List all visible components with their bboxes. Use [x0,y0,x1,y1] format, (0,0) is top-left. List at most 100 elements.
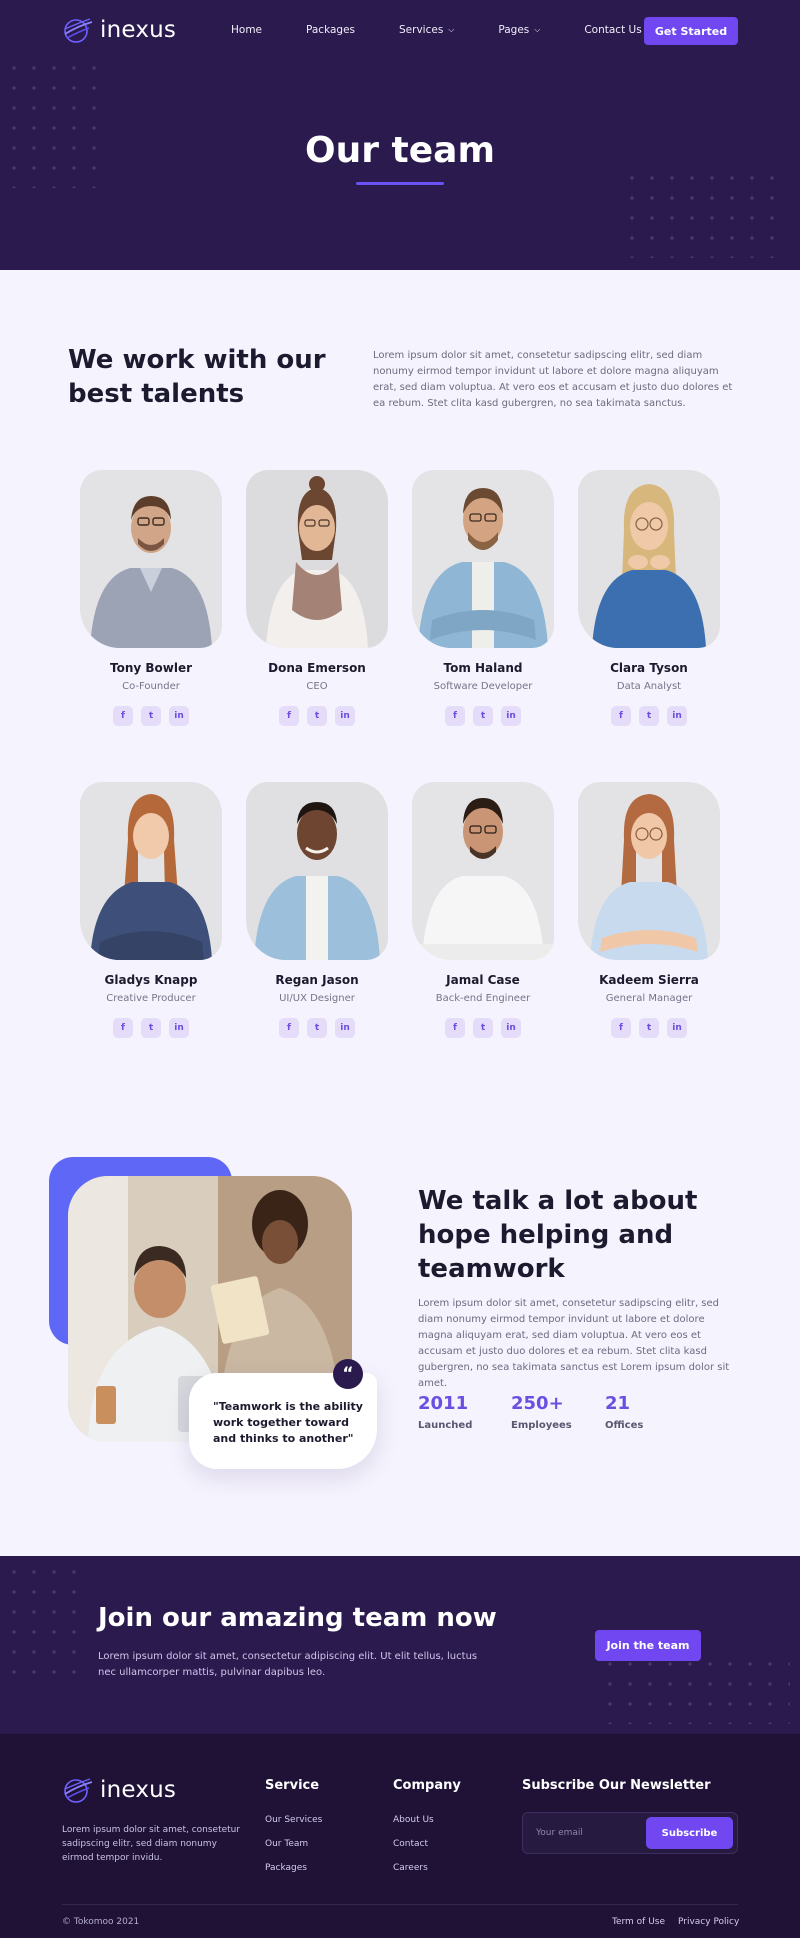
teamwork-text: Lorem ipsum dolor sit amet, consetetur s… [418,1298,730,1389]
member-name: Tony Bowler [109,661,193,675]
footer: inexus Lorem ipsum dolor sit amet, conse… [0,1734,800,1938]
globe-logo-icon [64,18,93,43]
dot-pattern [622,168,782,258]
member-role: Co-Founder [122,681,180,692]
email-input[interactable] [536,1825,636,1841]
facebook-icon[interactable]: f [611,706,631,726]
linkedin-icon[interactable]: in [501,1018,521,1038]
stat-launched: 2011 Launched [418,1393,472,1431]
nav-pages[interactable]: Pages ⌵ [498,24,540,36]
intro-text: Lorem ipsum dolor sit amet, consetetur s… [373,350,733,409]
dot-pattern [4,1562,84,1682]
chevron-down-icon: ⌵ [534,25,541,34]
twitter-icon[interactable]: t [307,1018,327,1038]
footer-link[interactable]: Careers [393,1863,461,1873]
stat-label: Employees [511,1420,572,1431]
stat-value: 2011 [418,1393,469,1414]
chevron-down-icon: ⌵ [448,25,455,34]
member-name: Clara Tyson [610,661,688,675]
member-photo [412,782,554,960]
team-card: Tony Bowler Co-Founder f t in [80,470,222,726]
footer-link[interactable]: Contact [393,1839,461,1849]
social-links: f t in [246,1018,388,1038]
member-name: Tom Haland [443,661,523,675]
member-role: General Manager [605,993,693,1004]
column-title: Service [265,1778,320,1793]
facebook-icon[interactable]: f [445,1018,465,1038]
footer-link[interactable]: Packages [265,1863,322,1873]
team-card: Kadeem Sierra General Manager f t in [578,782,720,1038]
member-photo [80,782,222,960]
team-card: Clara Tyson Data Analyst f t in [578,470,720,726]
linkedin-icon[interactable]: in [667,706,687,726]
social-links: f t in [412,706,554,726]
join-title: Join our amazing team now [98,1603,497,1633]
intro-title: We work with our best talents [68,345,326,409]
linkedin-icon[interactable]: in [335,706,355,726]
footer-logo[interactable]: inexus [62,1776,176,1804]
title-underline [356,182,444,185]
linkedin-icon[interactable]: in [667,1018,687,1038]
footer-about: Lorem ipsum dolor sit amet, consetetur s… [62,1825,241,1863]
facebook-icon[interactable]: f [113,706,133,726]
linkedin-icon[interactable]: in [501,706,521,726]
hero-section: inexus Home Packages Services ⌵ Pages ⌵ Co… [0,0,800,270]
logo-text: inexus [100,1777,177,1803]
get-started-button[interactable]: Get Started [644,17,738,45]
linkedin-icon[interactable]: in [169,1018,189,1038]
member-photo [246,470,388,648]
member-photo [578,470,720,648]
member-role: UI/UX Designer [279,993,355,1004]
footer-link[interactable]: About Us [393,1815,461,1825]
stat-label: Offices [605,1420,644,1431]
team-card: Regan Jason UI/UX Designer f t in [246,782,388,1038]
copyright: © Tokomoo 2021 [62,1917,140,1927]
member-name: Dona Emerson [268,661,366,675]
twitter-icon[interactable]: t [473,1018,493,1038]
stat-offices: 21 Offices [605,1393,643,1431]
stat-label: Launched [418,1420,473,1431]
team-card: Tom Haland Software Developer f t in [412,470,554,726]
terms-link[interactable]: Term of Use [612,1917,665,1927]
dot-pattern [600,1654,790,1724]
column-title: Subscribe Our Newsletter [522,1778,711,1793]
social-links: f t in [412,1018,554,1038]
member-name: Kadeem Sierra [599,973,699,987]
footer-newsletter-column: Subscribe Our Newsletter [522,1778,711,1793]
quote-icon: “ [333,1359,363,1389]
twitter-icon[interactable]: t [141,1018,161,1038]
facebook-icon[interactable]: f [279,706,299,726]
nav-services[interactable]: Services ⌵ [399,24,454,36]
footer-link[interactable]: Our Services [265,1815,322,1825]
twitter-icon[interactable]: t [639,1018,659,1038]
member-role: CEO [306,681,328,692]
linkedin-icon[interactable]: in [335,1018,355,1038]
stat-employees: 250+ Employees [511,1393,572,1431]
subscribe-button[interactable]: Subscribe [646,1817,733,1849]
member-photo [412,470,554,648]
twitter-icon[interactable]: t [307,706,327,726]
join-team-button[interactable]: Join the team [595,1630,701,1661]
stat-value: 21 [605,1393,631,1414]
twitter-icon[interactable]: t [141,706,161,726]
facebook-icon[interactable]: f [113,1018,133,1038]
facebook-icon[interactable]: f [611,1018,631,1038]
footer-link[interactable]: Our Team [265,1839,322,1849]
twitter-icon[interactable]: t [473,706,493,726]
globe-logo-icon [64,1778,93,1803]
teamwork-title: We talk a lot about hope helping and tea… [418,1186,698,1284]
twitter-icon[interactable]: t [639,706,659,726]
team-card: Dona Emerson CEO f t in [246,470,388,726]
facebook-icon[interactable]: f [445,706,465,726]
social-links: f t in [578,1018,720,1038]
linkedin-icon[interactable]: in [169,706,189,726]
main-nav: Home Packages Services ⌵ Pages ⌵ Contact U… [231,24,686,36]
privacy-link[interactable]: Privacy Policy [678,1917,739,1927]
nav-contact[interactable]: Contact Us [584,24,641,36]
nav-packages[interactable]: Packages [306,24,355,36]
facebook-icon[interactable]: f [279,1018,299,1038]
logo[interactable]: inexus [62,16,176,44]
member-photo [80,470,222,648]
nav-home[interactable]: Home [231,24,262,36]
team-card: Jamal Case Back-end Engineer f t in [412,782,554,1038]
